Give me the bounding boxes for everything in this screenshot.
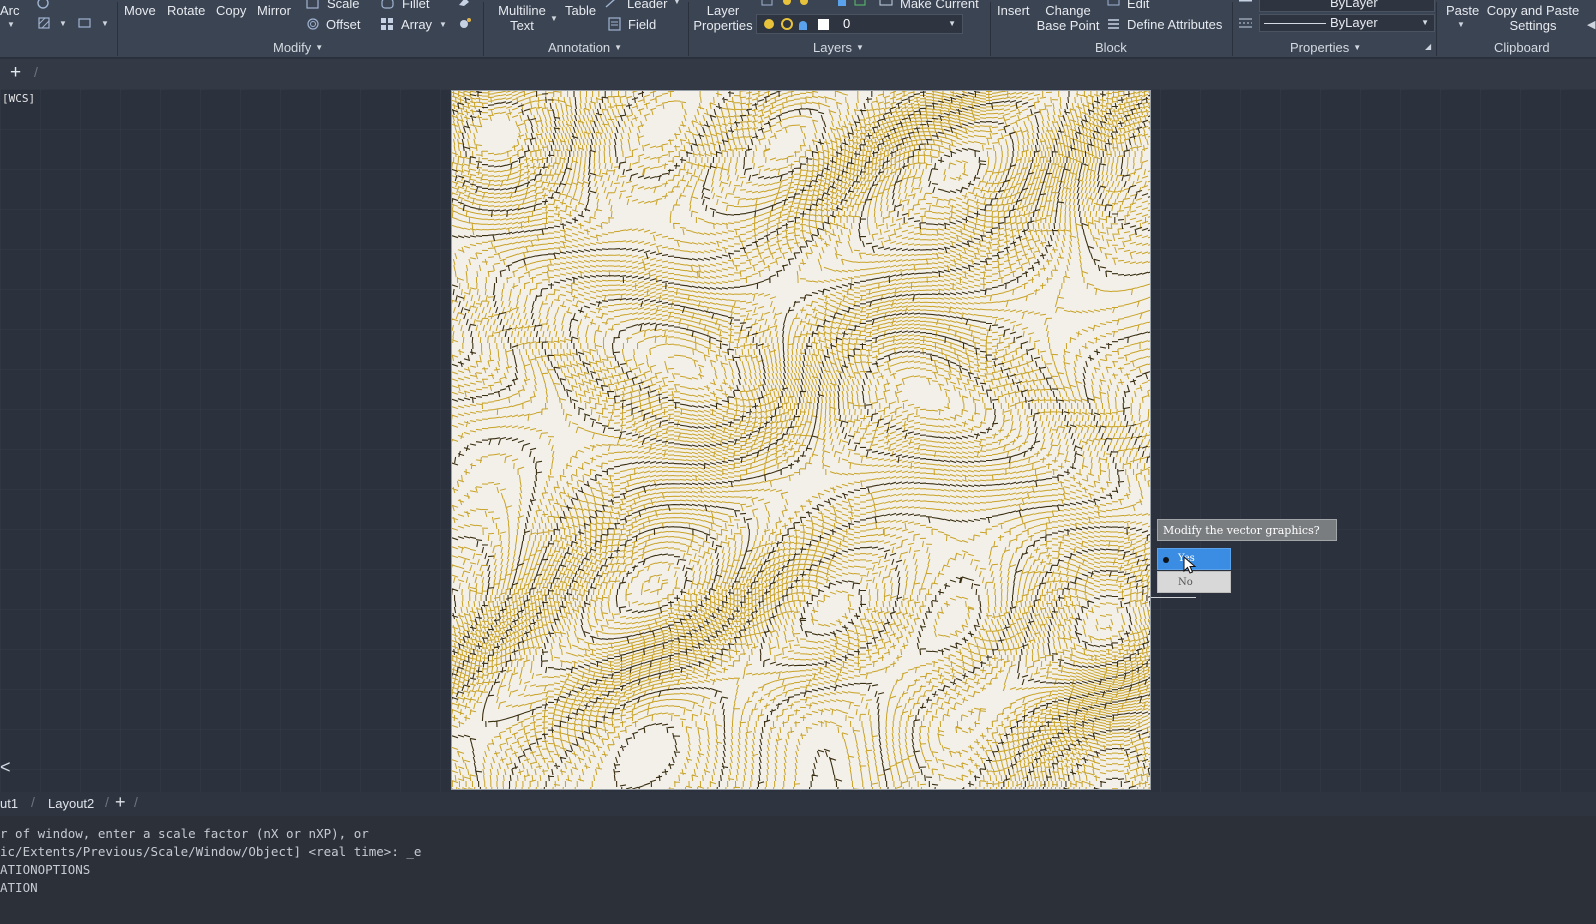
array-icon[interactable] (380, 17, 394, 31)
field-button[interactable]: Field (628, 17, 656, 32)
panel-separator (1436, 2, 1437, 56)
hatch-dropdown-icon[interactable]: ▼ (59, 19, 67, 28)
panel-separator (1232, 2, 1233, 56)
copy-paste-settings-button[interactable]: Copy and Paste Settings (1484, 3, 1582, 33)
properties-panel-title[interactable]: Properties ▼ (1290, 40, 1361, 55)
layer-dropdown-arrow-icon[interactable]: ▼ (948, 19, 956, 28)
edit-block-button[interactable]: Edit (1127, 0, 1149, 11)
linetype-sample (1264, 23, 1326, 24)
properties-launcher-icon[interactable]: ◢ (1425, 42, 1431, 51)
multiline-text-dropdown-icon[interactable]: ▼ (550, 14, 558, 23)
lineweight-dropdown[interactable]: ByLayer (1259, 0, 1435, 12)
scale-icon[interactable] (306, 0, 320, 10)
define-attributes-icon[interactable] (1107, 17, 1121, 31)
block-panel-title[interactable]: Block (1095, 40, 1127, 55)
current-layer-name: 0 (843, 16, 851, 31)
contour-map-image[interactable] (451, 90, 1151, 790)
offset-icon[interactable] (306, 17, 320, 31)
fillet-button[interactable]: Fillet (402, 0, 429, 11)
file-tab-bar: + / (0, 59, 1596, 89)
scale-button[interactable]: Scale (327, 0, 360, 11)
tab-separator: / (134, 794, 138, 810)
command-line-2: ic/Extents/Previous/Scale/Window/Object]… (0, 844, 422, 859)
mouse-pointer-icon (1183, 556, 1197, 574)
ucs-axis-icon: < (0, 757, 11, 777)
clipboard-panel-title[interactable]: Clipboard (1494, 40, 1550, 55)
selection-leader-line (1151, 597, 1196, 598)
paste-dropdown-icon[interactable]: ▼ (1457, 20, 1465, 29)
panel-separator (117, 2, 118, 56)
lineweight-icon (1239, 0, 1252, 2)
move-button[interactable]: Move (124, 3, 156, 18)
option-no-label: No (1178, 577, 1193, 588)
change-base-point-button[interactable]: Change Base Point (1033, 3, 1103, 33)
fillet-icon[interactable] (381, 0, 395, 10)
arc-button[interactable]: Arc (0, 3, 20, 18)
circle-icon[interactable] (36, 0, 50, 10)
linetype-value: ByLayer (1330, 15, 1378, 30)
command-line-1: r of window, enter a scale factor (nX or… (0, 826, 369, 841)
contour-lines (452, 91, 1150, 789)
multiline-text-button[interactable]: Multiline Text (494, 3, 550, 33)
paste-button[interactable]: Paste (1446, 3, 1479, 18)
hatch-icon[interactable] (37, 16, 51, 30)
ribbon-scroll-icon[interactable]: ◀ (1587, 18, 1595, 31)
rotate-button[interactable]: Rotate (167, 3, 205, 18)
explode-icon[interactable] (458, 16, 472, 30)
insert-block-button[interactable]: Insert (997, 3, 1030, 18)
edit-block-icon[interactable] (1107, 0, 1121, 7)
linetype-icon (1239, 18, 1252, 28)
offset-button[interactable]: Offset (326, 17, 360, 32)
tab-separator: / (31, 794, 35, 810)
tab-layout1[interactable]: ut1 (0, 796, 18, 811)
contour-minor-lines (452, 91, 1150, 789)
layers-panel-title[interactable]: Layers ▼ (813, 40, 864, 55)
leader-dropdown-icon[interactable]: ▼ (673, 0, 681, 6)
linetype-dropdown[interactable]: ByLayer ▼ (1259, 14, 1435, 32)
ribbon: Arc ▼ ▼ ▼ Move Rotate Copy Mirror Scale … (0, 0, 1596, 58)
layer-properties-button[interactable]: Layer Properties (690, 3, 756, 33)
array-button[interactable]: Array (401, 17, 432, 32)
tab-layout2[interactable]: Layout2 (48, 796, 94, 811)
leader-icon[interactable] (605, 0, 617, 8)
drawing-canvas[interactable]: [WCS] < (0, 89, 1596, 792)
tab-separator: / (105, 794, 109, 810)
region-icon[interactable] (77, 16, 93, 30)
annotation-panel-title[interactable]: Annotation ▼ (548, 40, 622, 55)
add-layout-tab-button[interactable]: + (115, 792, 126, 813)
tab-separator: / (34, 64, 38, 80)
field-icon[interactable] (608, 17, 622, 31)
command-history[interactable]: r of window, enter a scale factor (nX or… (0, 816, 1596, 924)
leader-button[interactable]: Leader (627, 0, 667, 11)
layer-tools-icons[interactable] (760, 0, 880, 8)
panel-separator (990, 2, 991, 56)
linetype-dropdown-arrow-icon[interactable]: ▼ (1421, 18, 1429, 27)
mirror-button[interactable]: Mirror (257, 3, 291, 18)
command-line-3: ATIONOPTIONS (0, 862, 91, 877)
lineweight-value: ByLayer (1330, 0, 1378, 10)
make-current-button[interactable]: Make Current (900, 0, 979, 11)
make-current-icon[interactable] (878, 0, 896, 8)
arc-dropdown-icon[interactable]: ▼ (7, 20, 15, 29)
region-dropdown-icon[interactable]: ▼ (101, 19, 109, 28)
layout-tab-bar: ut1 / Layout2 / + / (0, 792, 1596, 816)
dynamic-prompt-question: Modify the vector graphics? (1157, 519, 1337, 541)
panel-separator (688, 2, 689, 56)
layer-state-icons (764, 18, 829, 30)
modify-panel-title[interactable]: Modify ▼ (273, 40, 323, 55)
ucs-label[interactable]: [WCS] (2, 92, 35, 105)
selected-bullet-icon (1163, 557, 1169, 563)
erase-icon[interactable] (457, 0, 471, 8)
command-line-4: ATION (0, 880, 38, 895)
define-attributes-button[interactable]: Define Attributes (1127, 17, 1222, 32)
layer-dropdown[interactable]: 0 ▼ (756, 14, 963, 34)
new-file-tab-button[interactable]: + (10, 62, 21, 84)
table-button[interactable]: Table (565, 3, 596, 18)
copy-button[interactable]: Copy (216, 3, 246, 18)
panel-separator (483, 2, 484, 56)
array-dropdown-icon[interactable]: ▼ (439, 20, 447, 29)
